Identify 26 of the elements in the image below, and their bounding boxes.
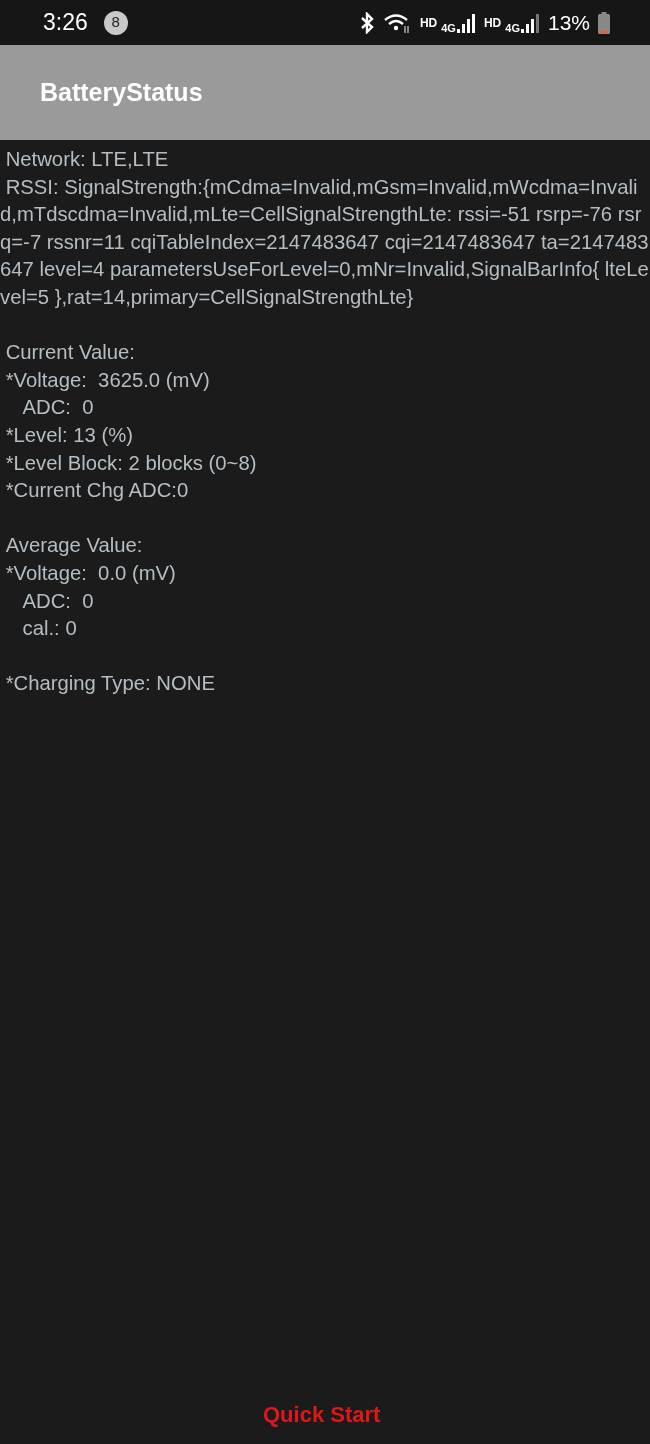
info-text: ADC: 0 (21, 588, 95, 614)
info-text: Average Value: (4, 533, 144, 559)
battery-icon (598, 11, 610, 34)
hd-label: HD (419, 14, 438, 32)
info-text: *Level Block: 2 blocks (0~8) (4, 450, 258, 476)
network-type-label: 4G (441, 22, 456, 34)
info-text: Current Value: (4, 340, 136, 366)
info-text: *Voltage: 3625.0 (mV) (4, 367, 211, 393)
notification-count-badge: 8 (103, 10, 128, 35)
info-text: *Voltage: 0.0 (mV) (4, 560, 177, 586)
info-text: *Charging Type: NONE (4, 671, 216, 697)
info-text: cal.: 0 (21, 616, 78, 642)
info-text: ADC: 0 (21, 395, 95, 421)
app-title: BatteryStatus (40, 76, 203, 108)
wifi-icon (383, 11, 412, 34)
battery-percent: 13% (547, 9, 590, 36)
signal-icon (456, 12, 476, 33)
info-text: RSSI: SignalStrength:{mCdma=Invalid,mGsm=Invalid,mWcdma=Invalid,mTdscdma=Invalid,mLte=CellSignalStrengthLte: rssi=-51 rsrp=-76 rsrq=-7 rssnr=11 cqiTableIndex=2147483647 cqi=2147483647 ta=2147483647 level=4 parametersUseForLevel=0,mNr=Invalid,SignalBarInfo{ lteLevel=5 },rat=14,primary=CellSignalStrengthLte} (0, 174, 650, 310)
clock-time: 3:26 (43, 8, 88, 38)
quick-start-label: Quick Start (263, 1401, 381, 1429)
info-text: Network: LTE,LTE (4, 147, 170, 172)
signal-icon (520, 12, 540, 33)
hd-label: HD (483, 14, 502, 32)
info-text: *Level: 13 (%) (4, 422, 135, 448)
info-text: *Current Chg ADC:0 (4, 478, 190, 504)
network-type-label: 4G (505, 22, 520, 34)
